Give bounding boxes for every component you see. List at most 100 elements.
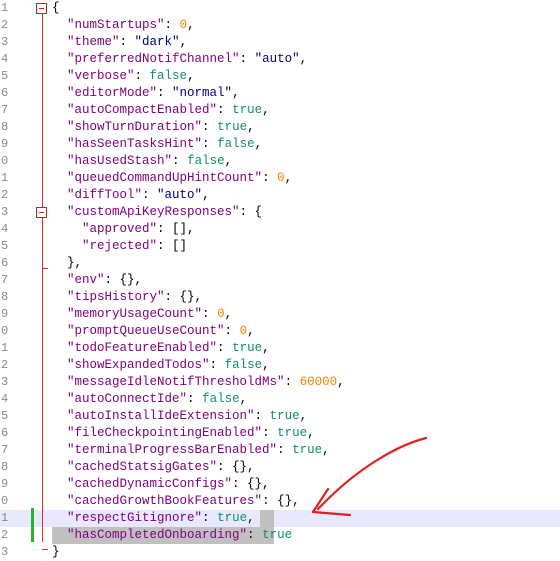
token: :: [217, 341, 233, 355]
fold-end-customapikeyresponses: [42, 268, 48, 269]
token: ,: [232, 86, 240, 100]
code-line[interactable]: 8 "cachedStatsigGates": {},: [0, 459, 560, 476]
token: ,: [262, 341, 270, 355]
line-number: 7: [1, 273, 9, 287]
line-code: "autoConnectIde": false,: [52, 391, 247, 408]
line-code: "customApiKeyResponses": {: [52, 204, 262, 221]
code-line[interactable]: 0 "promptQueueUseCount": 0,: [0, 323, 560, 340]
line-number: 9: [1, 137, 9, 151]
code-line[interactable]: 8 "tipsHistory": {},: [0, 289, 560, 306]
fold-toggle-customapikeyresponses[interactable]: [36, 207, 47, 218]
token: :: [202, 307, 218, 321]
line-code: "autoCompactEnabled": true,: [52, 102, 270, 119]
code-line[interactable]: 9 "hasSeenTasksHint": false,: [0, 136, 560, 153]
code-line[interactable]: 9 "cachedDynamicConfigs": {},: [0, 476, 560, 493]
code-line[interactable]: 3 "theme": "dark",: [0, 34, 560, 51]
token: true: [217, 120, 248, 134]
token: :: [157, 86, 173, 100]
line-code: }: [52, 544, 60, 561]
token: 60000: [299, 375, 338, 389]
code-line[interactable]: 1 "queuedCommandUpHintCount": 0,: [0, 170, 560, 187]
code-line[interactable]: 7 "env": {},: [0, 272, 560, 289]
code-line[interactable]: 4 "preferredNotifChannel": "auto",: [0, 51, 560, 68]
token: :: [202, 137, 218, 151]
line-number: 3: [1, 545, 9, 559]
code-line[interactable]: 5 "rejected": []: [0, 238, 560, 255]
code-line[interactable]: 3 "messageIdleNotifThresholdMs": 60000,: [0, 374, 560, 391]
line-code: "tipsHistory": {},: [52, 289, 202, 306]
token: ,: [322, 443, 330, 457]
line-code: "showTurnDuration": true,: [52, 119, 255, 136]
code-line[interactable]: 5 "autoInstallIdeExtension": true,: [0, 408, 560, 425]
line-code: "fileCheckpointingEnabled": true,: [52, 425, 315, 442]
line-number: 8: [1, 120, 9, 134]
code-line[interactable]: 2 "diffTool": "auto",: [0, 187, 560, 204]
code-editor[interactable]: 1{2 "numStartups": 0, 3 "theme": "dark", 4…: [0, 0, 560, 559]
token: "showExpandedTodos": [67, 358, 210, 372]
code-line[interactable]: 7 "autoCompactEnabled": true,: [0, 102, 560, 119]
token: "theme": [67, 35, 120, 49]
line-number: 4: [1, 392, 9, 406]
line-code: "approved": [],: [52, 221, 195, 238]
token: ,: [299, 52, 308, 66]
line-code: "promptQueueUseCount": 0,: [52, 323, 255, 340]
line-number: 9: [1, 477, 9, 491]
token: "customApiKeyResponses": [67, 205, 240, 219]
code-line[interactable]: 2 "showExpandedTodos": false,: [0, 357, 560, 374]
line-number: 8: [1, 290, 9, 304]
token: "showTurnDuration": [67, 120, 203, 134]
token: : {},: [262, 494, 300, 508]
code-line[interactable]: 2 "numStartups": 0,: [0, 17, 560, 34]
code-line[interactable]: 2 "hasCompletedOnboarding": true: [0, 527, 560, 544]
code-line[interactable]: 6 "fileCheckpointingEnabled": true,: [0, 425, 560, 442]
token: true: [277, 426, 308, 440]
line-number: 8: [1, 460, 9, 474]
token: },: [67, 256, 83, 270]
code-line[interactable]: 1 "todoFeatureEnabled": true,: [0, 340, 560, 357]
token: "promptQueueUseCount": [67, 324, 225, 338]
fold-toggle-root[interactable]: [36, 3, 47, 14]
line-number: 9: [1, 307, 9, 321]
code-line[interactable]: 1{: [0, 0, 560, 17]
line-code: "editorMode": "normal",: [52, 85, 240, 102]
token: "memoryUsageCount": [67, 307, 203, 321]
token: "tipsHistory": [67, 290, 165, 304]
token: "normal": [172, 86, 233, 100]
code-line[interactable]: 6 "editorMode": "normal",: [0, 85, 560, 102]
code-line[interactable]: 0 "hasUsedStash": false,: [0, 153, 560, 170]
token: :: [164, 18, 180, 32]
code-line[interactable]: 7 "terminalProgressBarEnabled": true,: [0, 442, 560, 459]
code-line[interactable]: 0 "cachedGrowthBookFeatures": {},: [0, 493, 560, 510]
line-number: 1: [1, 171, 9, 185]
line-code: "preferredNotifChannel": "auto",: [52, 51, 307, 68]
code-line[interactable]: 6 },: [0, 255, 560, 272]
token: "terminalProgressBarEnabled": [67, 443, 278, 457]
token: :: [247, 528, 263, 542]
line-number: 3: [1, 205, 9, 219]
token: ,: [247, 324, 255, 338]
token: :: [224, 324, 240, 338]
code-line[interactable]: 4 "approved": [],: [0, 221, 560, 238]
line-code: "numStartups": 0,: [52, 17, 195, 34]
line-code: "hasCompletedOnboarding": true: [52, 527, 292, 544]
line-number: 4: [1, 222, 9, 236]
token: "numStartups": [67, 18, 165, 32]
token: :: [202, 120, 218, 134]
code-line[interactable]: 3}: [0, 544, 560, 561]
token: ,: [299, 409, 308, 423]
line-number: 7: [1, 443, 9, 457]
token: ,: [179, 35, 188, 49]
code-line[interactable]: 9 "memoryUsageCount": 0,: [0, 306, 560, 323]
code-line[interactable]: 1 "respectGitignore": true,: [0, 510, 560, 527]
token: ,: [187, 69, 195, 83]
fold-end-root: [42, 549, 48, 550]
line-number: 0: [1, 154, 9, 168]
token: : {},: [104, 273, 143, 287]
code-line[interactable]: 4 "autoConnectIde": false,: [0, 391, 560, 408]
line-number: 2: [1, 528, 9, 542]
code-line[interactable]: 5 "verbose": false,: [0, 68, 560, 85]
code-line[interactable]: 8 "showTurnDuration": true,: [0, 119, 560, 136]
code-line[interactable]: 3 "customApiKeyResponses": {: [0, 204, 560, 221]
token: ,: [247, 511, 255, 525]
